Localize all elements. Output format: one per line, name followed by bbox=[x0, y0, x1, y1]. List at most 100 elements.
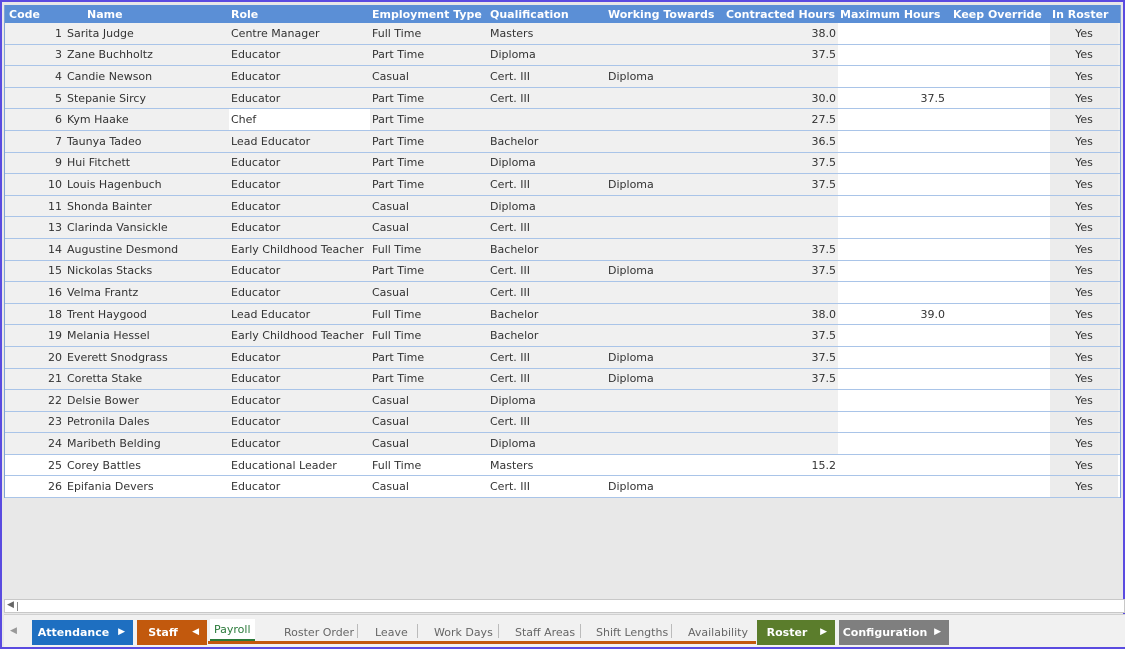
cell-name[interactable]: Everett Snodgrass bbox=[65, 347, 229, 368]
cell-working-towards[interactable] bbox=[606, 455, 724, 476]
tab-staff-areas[interactable]: Staff Areas bbox=[515, 623, 575, 641]
cell-keep-override[interactable] bbox=[951, 433, 1050, 454]
cell-role[interactable]: Educator bbox=[229, 196, 370, 217]
cell-role[interactable]: Educator bbox=[229, 261, 370, 282]
cell-in-roster[interactable]: Yes bbox=[1050, 44, 1118, 66]
cell-qualification[interactable]: Bachelor bbox=[488, 131, 606, 152]
cell-working-towards[interactable] bbox=[606, 88, 724, 109]
cell-role[interactable]: Educator bbox=[229, 390, 370, 411]
cell-qualification[interactable]: Cert. III bbox=[488, 66, 606, 87]
cell-role[interactable]: Educational Leader bbox=[229, 455, 370, 476]
cell-in-roster[interactable]: Yes bbox=[1050, 195, 1118, 217]
cell-maximum-hours[interactable] bbox=[838, 109, 951, 130]
cell-code[interactable]: 21 bbox=[5, 369, 65, 390]
cell-in-roster[interactable]: Yes bbox=[1050, 87, 1118, 109]
cell-working-towards[interactable] bbox=[606, 412, 724, 433]
cell-contracted-hours[interactable] bbox=[724, 390, 838, 411]
table-row[interactable]: 16 Velma Frantz Educator Casual Cert. III Yes bbox=[5, 282, 1120, 304]
cell-maximum-hours[interactable] bbox=[838, 44, 951, 66]
cell-name[interactable]: Shonda Bainter bbox=[65, 196, 229, 217]
cell-keep-override[interactable] bbox=[951, 368, 1050, 390]
table-row[interactable]: 21 Coretta Stake Educator Part Time Cert. II… bbox=[5, 368, 1120, 391]
cell-contracted-hours[interactable] bbox=[724, 433, 838, 454]
cell-code[interactable]: 16 bbox=[5, 282, 65, 303]
cell-code[interactable]: 10 bbox=[5, 174, 65, 195]
cell-employment-type[interactable]: Casual bbox=[370, 282, 488, 303]
table-row[interactable]: 24 Maribeth Belding Educator Casual Diploma Y… bbox=[5, 433, 1120, 455]
cell-employment-type[interactable]: Full Time bbox=[370, 23, 488, 44]
cell-qualification[interactable]: Masters bbox=[488, 455, 606, 476]
cell-contracted-hours[interactable]: 37.5 bbox=[724, 45, 838, 66]
cell-working-towards[interactable] bbox=[606, 217, 724, 238]
cell-qualification[interactable]: Cert. III bbox=[488, 412, 606, 433]
table-row[interactable]: 3 Zane Buchholtz Educator Part Time Diploma 3… bbox=[5, 44, 1120, 67]
cell-qualification[interactable]: Cert. III bbox=[488, 261, 606, 282]
cell-keep-override[interactable] bbox=[951, 109, 1050, 130]
cell-working-towards[interactable]: Diploma bbox=[606, 261, 724, 282]
cell-keep-override[interactable] bbox=[951, 390, 1050, 411]
cell-role[interactable]: Educator bbox=[229, 347, 370, 368]
cell-working-towards[interactable] bbox=[606, 196, 724, 217]
cell-working-towards[interactable] bbox=[606, 153, 724, 174]
cell-maximum-hours[interactable] bbox=[838, 195, 951, 217]
table-row[interactable]: 6 Kym Haake Chef Part Time 27.5 Yes bbox=[5, 109, 1120, 131]
tab-nav-left-icon[interactable]: ◀ bbox=[10, 626, 17, 636]
cell-working-towards[interactable]: Diploma bbox=[606, 347, 724, 368]
cell-name[interactable]: Velma Frantz bbox=[65, 282, 229, 303]
tab-availability[interactable]: Availability bbox=[688, 623, 748, 641]
cell-name[interactable]: Coretta Stake bbox=[65, 369, 229, 390]
cell-employment-type[interactable]: Casual bbox=[370, 66, 488, 87]
cell-in-roster[interactable]: Yes bbox=[1050, 390, 1118, 411]
cell-code[interactable]: 1 bbox=[5, 23, 65, 44]
cell-contracted-hours[interactable]: 38.0 bbox=[724, 23, 838, 44]
cell-keep-override[interactable] bbox=[951, 325, 1050, 346]
cell-working-towards[interactable] bbox=[606, 325, 724, 346]
cell-in-roster[interactable]: Yes bbox=[1050, 325, 1118, 346]
cell-role[interactable]: Educator bbox=[229, 66, 370, 87]
cell-qualification[interactable]: Diploma bbox=[488, 45, 606, 66]
cell-name[interactable]: Epifania Devers bbox=[65, 476, 229, 497]
cell-code[interactable]: 26 bbox=[5, 476, 65, 497]
cell-in-roster[interactable]: Yes bbox=[1050, 238, 1118, 260]
tab-group-attendance[interactable]: Attendance ▶ bbox=[32, 620, 133, 645]
cell-qualification[interactable]: Diploma bbox=[488, 433, 606, 454]
cell-employment-type[interactable]: Part Time bbox=[370, 369, 488, 390]
cell-code[interactable]: 5 bbox=[5, 88, 65, 109]
cell-in-roster[interactable]: Yes bbox=[1050, 23, 1118, 44]
cell-keep-override[interactable] bbox=[951, 411, 1050, 433]
cell-qualification[interactable]: Bachelor bbox=[488, 239, 606, 260]
cell-maximum-hours[interactable] bbox=[838, 23, 951, 44]
cell-in-roster[interactable]: Yes bbox=[1050, 303, 1118, 325]
table-row[interactable]: 20 Everett Snodgrass Educator Part Time Cert… bbox=[5, 346, 1120, 369]
cell-contracted-hours[interactable]: 27.5 bbox=[724, 109, 838, 130]
cell-working-towards[interactable]: Diploma bbox=[606, 476, 724, 497]
cell-working-towards[interactable] bbox=[606, 433, 724, 454]
table-row[interactable]: 19 Melania Hessel Early Childhood Teacher F… bbox=[5, 325, 1120, 347]
table-row[interactable]: 9 Hui Fitchett Educator Part Time Diploma 37.… bbox=[5, 152, 1120, 175]
cell-contracted-hours[interactable]: 37.5 bbox=[724, 261, 838, 282]
cell-maximum-hours[interactable] bbox=[838, 130, 951, 152]
cell-name[interactable]: Delsie Bower bbox=[65, 390, 229, 411]
tab-work-days[interactable]: Work Days bbox=[434, 623, 493, 641]
cell-employment-type[interactable]: Casual bbox=[370, 196, 488, 217]
cell-contracted-hours[interactable] bbox=[724, 282, 838, 303]
cell-employment-type[interactable]: Full Time bbox=[370, 325, 488, 346]
cell-working-towards[interactable]: Diploma bbox=[606, 174, 724, 195]
cell-name[interactable]: Hui Fitchett bbox=[65, 153, 229, 174]
cell-working-towards[interactable] bbox=[606, 390, 724, 411]
cell-contracted-hours[interactable]: 37.5 bbox=[724, 239, 838, 260]
cell-employment-type[interactable]: Full Time bbox=[370, 304, 488, 325]
cell-employment-type[interactable]: Casual bbox=[370, 433, 488, 454]
cell-code[interactable]: 20 bbox=[5, 347, 65, 368]
cell-contracted-hours[interactable] bbox=[724, 66, 838, 87]
cell-employment-type[interactable]: Part Time bbox=[370, 153, 488, 174]
table-row[interactable]: 14 Augustine Desmond Early Childhood Teach… bbox=[5, 238, 1120, 261]
cell-name[interactable]: Kym Haake bbox=[65, 109, 229, 130]
cell-role[interactable]: Educator bbox=[229, 153, 370, 174]
cell-working-towards[interactable] bbox=[606, 282, 724, 303]
table-row[interactable]: 11 Shonda Bainter Educator Casual Diploma Yes bbox=[5, 195, 1120, 218]
cell-maximum-hours[interactable]: 37.5 bbox=[838, 87, 951, 109]
col-header-in-roster[interactable]: In Roster bbox=[1050, 5, 1118, 23]
cell-keep-override[interactable] bbox=[951, 44, 1050, 66]
cell-keep-override[interactable] bbox=[951, 66, 1050, 87]
